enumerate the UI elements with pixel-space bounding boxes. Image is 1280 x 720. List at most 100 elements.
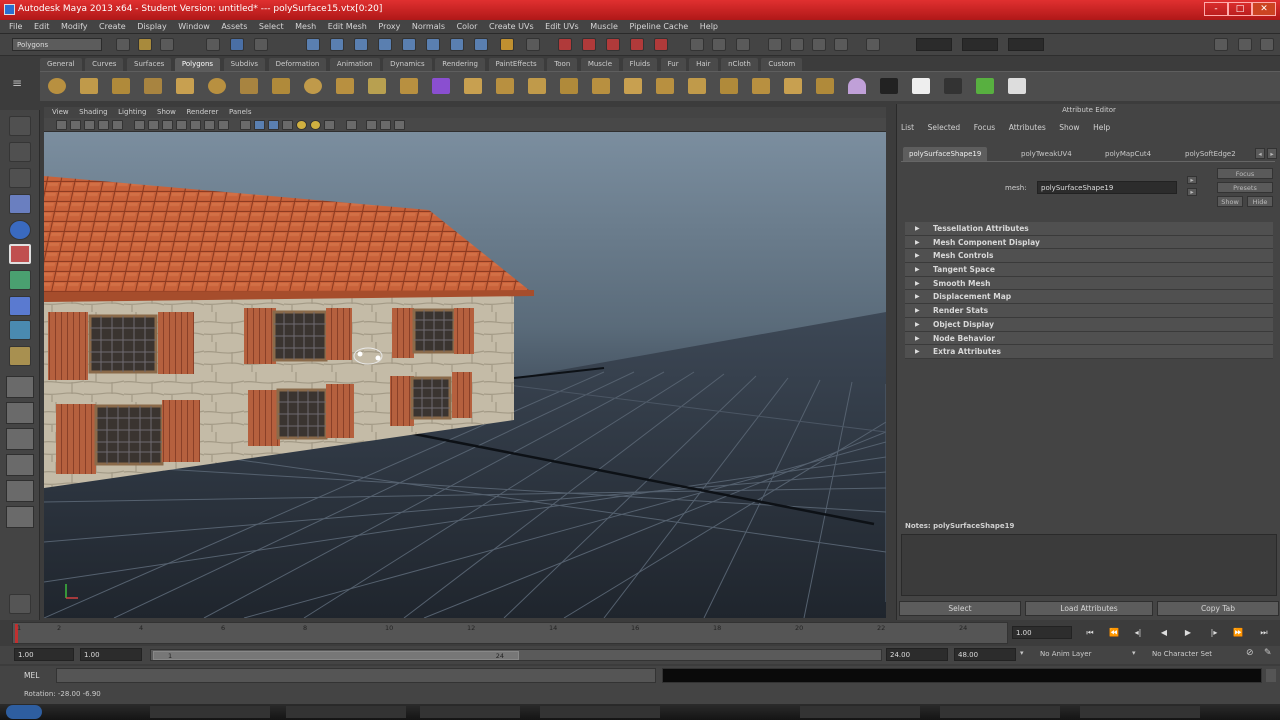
poly-helix-icon[interactable] bbox=[336, 78, 354, 94]
input-connections-icon[interactable]: ▸ bbox=[1187, 176, 1197, 184]
move-tool-icon[interactable] bbox=[9, 194, 31, 214]
safe-action-icon[interactable] bbox=[204, 120, 215, 130]
persp-outliner-layout-icon[interactable] bbox=[6, 428, 34, 450]
anim-layer-arrow-icon[interactable]: ▾ bbox=[1020, 649, 1024, 657]
smooth-shade-icon[interactable] bbox=[254, 120, 265, 130]
shelf-tab-polygons[interactable]: Polygons bbox=[174, 58, 221, 71]
two-d-pan-zoom-icon[interactable] bbox=[112, 120, 123, 130]
shelf-tab-hair[interactable]: Hair bbox=[689, 58, 718, 71]
input-field-3[interactable] bbox=[1008, 38, 1044, 51]
poly-torus-icon[interactable] bbox=[208, 78, 226, 94]
select-button[interactable]: Select bbox=[899, 601, 1021, 616]
toggle-attribute-editor-icon[interactable] bbox=[1238, 38, 1252, 51]
taskbar-item[interactable] bbox=[420, 706, 520, 718]
step-back-frame-icon[interactable]: ◂| bbox=[1128, 626, 1148, 639]
outliner-persp-layout-icon[interactable] bbox=[6, 506, 34, 528]
section-displacement-map[interactable]: ▶ Displacement Map bbox=[905, 290, 1273, 305]
range-slider[interactable]: 1 24 bbox=[150, 649, 882, 661]
mask-curves-icon[interactable] bbox=[354, 38, 368, 51]
textured-icon[interactable] bbox=[282, 120, 293, 130]
toggle-channel-box-icon[interactable] bbox=[1260, 38, 1274, 51]
toggle-modeling-toolkit-icon[interactable] bbox=[1214, 38, 1228, 51]
start-button-icon[interactable] bbox=[6, 705, 42, 719]
ae-menu-list[interactable]: List bbox=[901, 123, 914, 132]
copy-tab-button[interactable]: Copy Tab bbox=[1157, 601, 1279, 616]
extract-icon[interactable] bbox=[464, 78, 482, 94]
ae-menu-focus[interactable]: Focus bbox=[974, 123, 995, 132]
menu-window[interactable]: Window bbox=[178, 20, 210, 34]
render-view-icon[interactable] bbox=[768, 38, 782, 51]
highlight-selection-icon[interactable] bbox=[526, 38, 540, 51]
shelf-tab-ncloth[interactable]: nCloth bbox=[721, 58, 758, 71]
start-time-field[interactable]: 1.00 bbox=[14, 648, 74, 661]
shelf-tab-fur[interactable]: Fur bbox=[660, 58, 686, 71]
mesh-name-field[interactable]: polySurfaceShape19 bbox=[1037, 181, 1177, 194]
minimize-button[interactable]: - bbox=[1204, 2, 1228, 16]
poly-pipe-icon[interactable] bbox=[304, 78, 322, 94]
step-back-key-icon[interactable]: ⏪ bbox=[1104, 626, 1124, 639]
menu-normals[interactable]: Normals bbox=[412, 20, 445, 34]
screen-space-ao-icon[interactable] bbox=[324, 120, 335, 130]
ae-menu-attributes[interactable]: Attributes bbox=[1009, 123, 1046, 132]
make-live-icon[interactable] bbox=[654, 38, 668, 51]
bevel-icon[interactable] bbox=[816, 78, 834, 94]
section-object-display[interactable]: ▶ Object Display bbox=[905, 317, 1273, 332]
menu-create[interactable]: Create bbox=[99, 20, 126, 34]
section-render-stats[interactable]: ▶ Render Stats bbox=[905, 304, 1273, 318]
xray-joints-icon[interactable] bbox=[394, 120, 405, 130]
smooth-icon[interactable] bbox=[496, 78, 514, 94]
snap-point-icon[interactable] bbox=[606, 38, 620, 51]
merge-vertices-icon[interactable] bbox=[784, 78, 802, 94]
paint-select-tool-icon[interactable] bbox=[9, 168, 31, 188]
menu-modify[interactable]: Modify bbox=[61, 20, 88, 34]
shelf-tab-animation[interactable]: Animation bbox=[329, 58, 380, 71]
focus-button[interactable]: Focus bbox=[1217, 168, 1273, 179]
section-smooth-mesh[interactable]: ▶ Smooth Mesh bbox=[905, 276, 1273, 291]
ae-tab-polysurfaceshape19[interactable]: polySurfaceShape19 bbox=[903, 147, 988, 161]
ae-tab-scroll-left-icon[interactable]: ◂ bbox=[1255, 148, 1265, 159]
input-field-1[interactable] bbox=[916, 38, 952, 51]
shelf-tab-painteffects[interactable]: PaintEffects bbox=[488, 58, 544, 71]
append-polygon-icon[interactable] bbox=[656, 78, 674, 94]
open-scene-icon[interactable] bbox=[138, 38, 152, 51]
taskbar-item[interactable] bbox=[540, 706, 660, 718]
menu-edit-mesh[interactable]: Edit Mesh bbox=[328, 20, 367, 34]
uv-layout-icon[interactable] bbox=[976, 78, 994, 94]
field-chart-icon[interactable] bbox=[190, 120, 201, 130]
last-tool-icon[interactable] bbox=[9, 346, 31, 366]
poly-pyramid-icon[interactable] bbox=[272, 78, 290, 94]
taskbar-item[interactable] bbox=[286, 706, 406, 718]
snap-curve-icon[interactable] bbox=[582, 38, 596, 51]
load-attributes-button[interactable]: Load Attributes bbox=[1025, 601, 1153, 616]
ae-menu-show[interactable]: Show bbox=[1059, 123, 1079, 132]
taskbar-item[interactable] bbox=[800, 706, 920, 718]
universal-manipulator-icon[interactable] bbox=[9, 270, 31, 290]
image-plane-icon[interactable] bbox=[98, 120, 109, 130]
menu-edit-uvs[interactable]: Edit UVs bbox=[545, 20, 579, 34]
wireframe-on-shaded-icon[interactable] bbox=[268, 120, 279, 130]
menu-pipeline-cache[interactable]: Pipeline Cache bbox=[629, 20, 688, 34]
end-time-field[interactable]: 48.00 bbox=[954, 648, 1016, 661]
playback-end-field[interactable]: 24.00 bbox=[886, 648, 948, 661]
bool-union-icon[interactable] bbox=[528, 78, 546, 94]
play-forwards-icon[interactable]: ▶ bbox=[1178, 626, 1198, 639]
lasso-tool-icon[interactable] bbox=[9, 142, 31, 162]
panel-menu-panels[interactable]: Panels bbox=[229, 108, 252, 116]
output-ops-icon[interactable] bbox=[712, 38, 726, 51]
input-ops-icon[interactable] bbox=[690, 38, 704, 51]
anim-layer-dropdown[interactable]: No Anim Layer bbox=[1040, 650, 1091, 658]
poly-sphere-icon[interactable] bbox=[48, 78, 66, 94]
playback-start-field[interactable]: 1.00 bbox=[80, 648, 142, 661]
ae-menu-selected[interactable]: Selected bbox=[928, 123, 961, 132]
mask-misc-icon[interactable] bbox=[474, 38, 488, 51]
section-extra-attributes[interactable]: ▶ Extra Attributes bbox=[905, 345, 1273, 359]
go-to-start-icon[interactable]: ⏮ bbox=[1080, 626, 1100, 639]
xray-icon[interactable] bbox=[366, 120, 377, 130]
resolution-gate-icon[interactable] bbox=[162, 120, 173, 130]
shelf-tab-toon[interactable]: Toon bbox=[547, 58, 578, 71]
shelf-tab-deformation[interactable]: Deformation bbox=[268, 58, 327, 71]
shadows-icon[interactable] bbox=[310, 120, 321, 130]
section-tangent-space[interactable]: ▶ Tangent Space bbox=[905, 263, 1273, 277]
range-slider-handle[interactable]: 1 24 bbox=[153, 651, 519, 660]
auto-key-icon[interactable]: ⊘ bbox=[1246, 648, 1254, 658]
